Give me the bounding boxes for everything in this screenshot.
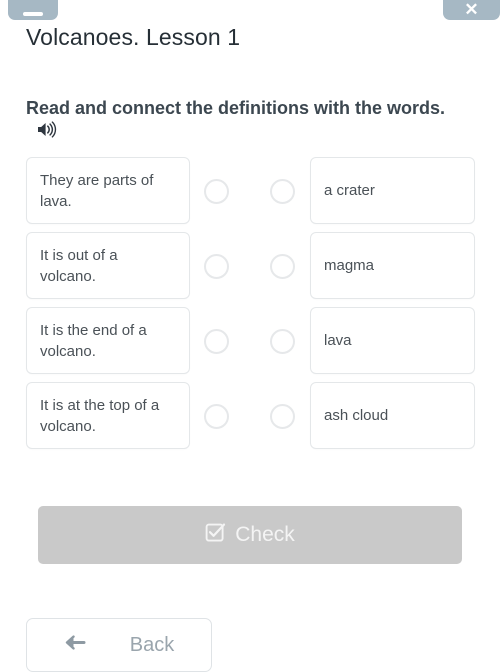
definition-connector-dot[interactable]: [204, 254, 229, 279]
word-connector-dot[interactable]: [270, 329, 295, 354]
word-card[interactable]: magma: [310, 232, 475, 299]
word-connector-dot[interactable]: [270, 404, 295, 429]
definition-text: It is out of a volcano.: [40, 246, 118, 285]
definition-card[interactable]: It is the end of a volcano.: [26, 307, 190, 374]
definition-card[interactable]: It is out of a volcano.: [26, 232, 190, 299]
checkbox-checked-icon: [205, 522, 226, 548]
minimize-button[interactable]: [8, 0, 58, 20]
definition-text: They are parts of lava.: [40, 171, 154, 210]
word-card[interactable]: lava: [310, 307, 475, 374]
match-row: They are parts of lava. a crater: [0, 157, 500, 232]
match-row: It is at the top of a volcano. ash cloud: [0, 382, 500, 457]
close-icon: ✕: [464, 0, 479, 19]
check-button-label: Check: [235, 523, 295, 546]
definition-connector-dot[interactable]: [204, 404, 229, 429]
word-card[interactable]: ash cloud: [310, 382, 475, 449]
back-button-label: Back: [129, 633, 175, 656]
definition-text: It is the end of a volcano.: [40, 321, 147, 360]
definition-card[interactable]: It is at the top of a volcano.: [26, 382, 190, 449]
word-text: magma: [324, 257, 375, 274]
word-connector-dot[interactable]: [270, 179, 295, 204]
back-button[interactable]: Back: [26, 618, 212, 672]
word-text: lava: [324, 332, 352, 349]
task-instruction-block: Read and connect the definitions with th…: [26, 96, 466, 143]
minimize-icon: [23, 12, 43, 16]
definition-card[interactable]: They are parts of lava.: [26, 157, 190, 224]
word-text: a crater: [324, 182, 375, 199]
definition-connector-dot[interactable]: [204, 329, 229, 354]
match-row: It is the end of a volcano. lava: [0, 307, 500, 382]
word-card[interactable]: a crater: [310, 157, 475, 224]
word-connector-dot[interactable]: [270, 254, 295, 279]
match-row: It is out of a volcano. magma: [0, 232, 500, 307]
close-button[interactable]: ✕: [443, 0, 500, 20]
check-button[interactable]: Check: [38, 506, 462, 564]
task-instruction-text: Read and connect the definitions with th…: [26, 98, 446, 118]
speaker-icon[interactable]: [37, 121, 57, 143]
definition-text: It is at the top of a volcano.: [40, 396, 160, 435]
page-title: Volcanoes. Lesson 1: [26, 24, 241, 50]
arrow-left-icon: [64, 634, 86, 656]
word-text: ash cloud: [324, 407, 389, 424]
matching-area: They are parts of lava. a crater It is o…: [0, 157, 500, 457]
definition-connector-dot[interactable]: [204, 179, 229, 204]
